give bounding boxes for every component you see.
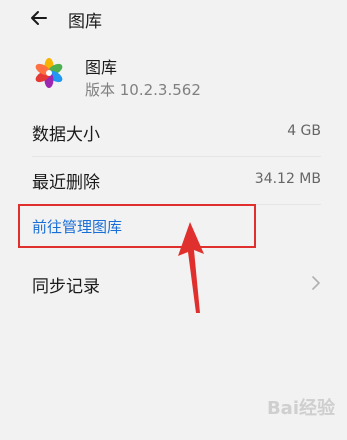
top-bar: 图库 <box>0 0 347 36</box>
app-info-section: 图库 版本 10.2.3.562 <box>0 48 347 110</box>
chevron-right-icon <box>312 276 320 290</box>
page-title: 图库 <box>68 12 102 32</box>
data-size-label: 数据大小 <box>32 125 100 145</box>
data-size-value: 4 GB <box>287 123 321 139</box>
app-name: 图库 <box>85 58 118 77</box>
watermark: Bai经验 <box>266 398 335 419</box>
recent-deleted-value: 34.12 MB <box>254 171 321 187</box>
gallery-flower-icon <box>35 58 63 88</box>
sync-records-row[interactable]: 同步记录 <box>0 258 347 308</box>
gallery-settings-page: 图库 图库 版本 10.2.3.562 数据大小 4 GB 最近删除 34.12… <box>0 0 347 440</box>
sync-records-label: 同步记录 <box>32 277 100 297</box>
highlight-annotation-box <box>18 204 256 248</box>
app-version: 版本 10.2.3.562 <box>85 81 201 99</box>
data-size-row: 数据大小 4 GB <box>0 108 347 156</box>
back-arrow-icon[interactable] <box>30 9 48 27</box>
recent-deleted-label: 最近删除 <box>32 173 100 193</box>
recent-deleted-row[interactable]: 最近删除 34.12 MB <box>0 156 347 204</box>
